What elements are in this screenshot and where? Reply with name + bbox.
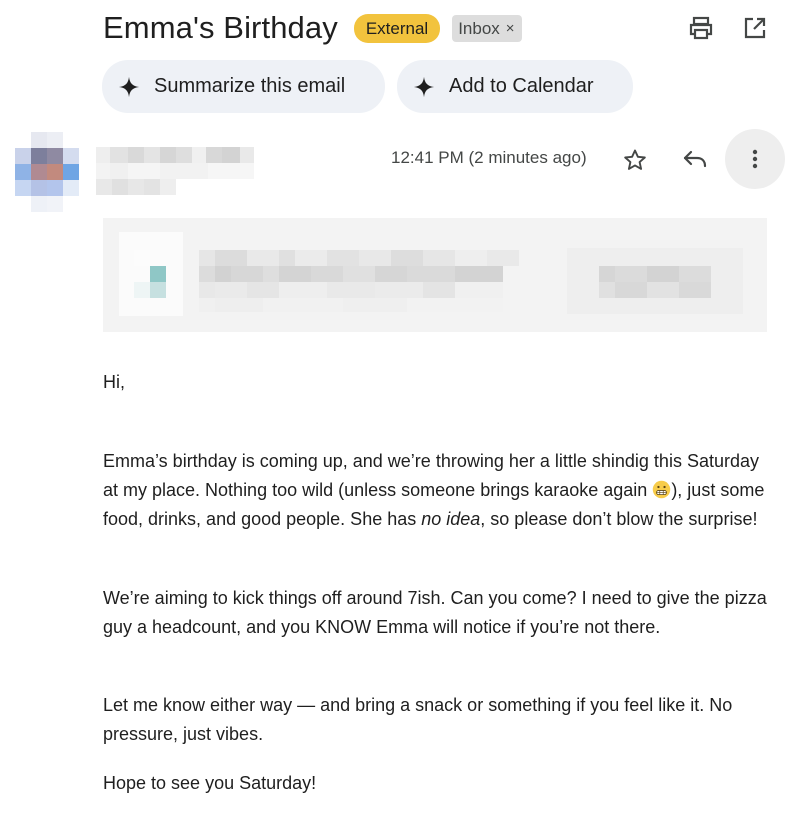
body-p1-end: , so please don’t blow the surprise! [480, 509, 758, 529]
reply-icon[interactable] [675, 140, 715, 180]
open-in-new-window-icon[interactable] [740, 13, 770, 43]
email-subject: Emma's Birthday [103, 10, 338, 45]
body-paragraph-2: We’re aiming to kick things off around 7… [103, 588, 767, 637]
star-icon[interactable] [615, 140, 655, 180]
inbox-label-text: Inbox [458, 18, 500, 38]
grimacing-face-emoji [653, 480, 671, 499]
sparkle-icon [118, 76, 140, 97]
email-timestamp: 12:41 PM (2 minutes ago) [391, 148, 587, 167]
body-paragraph-4: Hope to see you Saturday! [103, 773, 317, 793]
body-paragraph-1: Emma’s birthday is coming up, and we’re … [103, 447, 773, 534]
inbox-label-chip: Inbox × [452, 14, 522, 42]
add-to-calendar-button[interactable]: Add to Calendar [397, 60, 633, 113]
summarize-email-button[interactable]: Summarize this email [102, 60, 385, 113]
body-paragraph-3: Let me know either way — and bring a sna… [103, 695, 733, 744]
subject-row: Emma's Birthday External Inbox × [103, 8, 522, 48]
add-to-calendar-label: Add to Calendar [449, 75, 594, 97]
summarize-email-label: Summarize this email [154, 75, 346, 97]
more-vertical-icon[interactable] [725, 129, 785, 189]
remove-label-icon[interactable]: × [506, 15, 515, 42]
sender-avatar[interactable] [15, 132, 79, 212]
body-p1-emphasis: no idea [421, 509, 481, 529]
body-greeting: Hi, [103, 372, 125, 392]
sender-info-redacted[interactable] [96, 147, 266, 197]
external-label-badge: External [353, 13, 441, 43]
print-icon[interactable] [686, 13, 716, 43]
sparkle-icon [413, 76, 435, 97]
attachment-card-redacted[interactable] [103, 218, 767, 332]
